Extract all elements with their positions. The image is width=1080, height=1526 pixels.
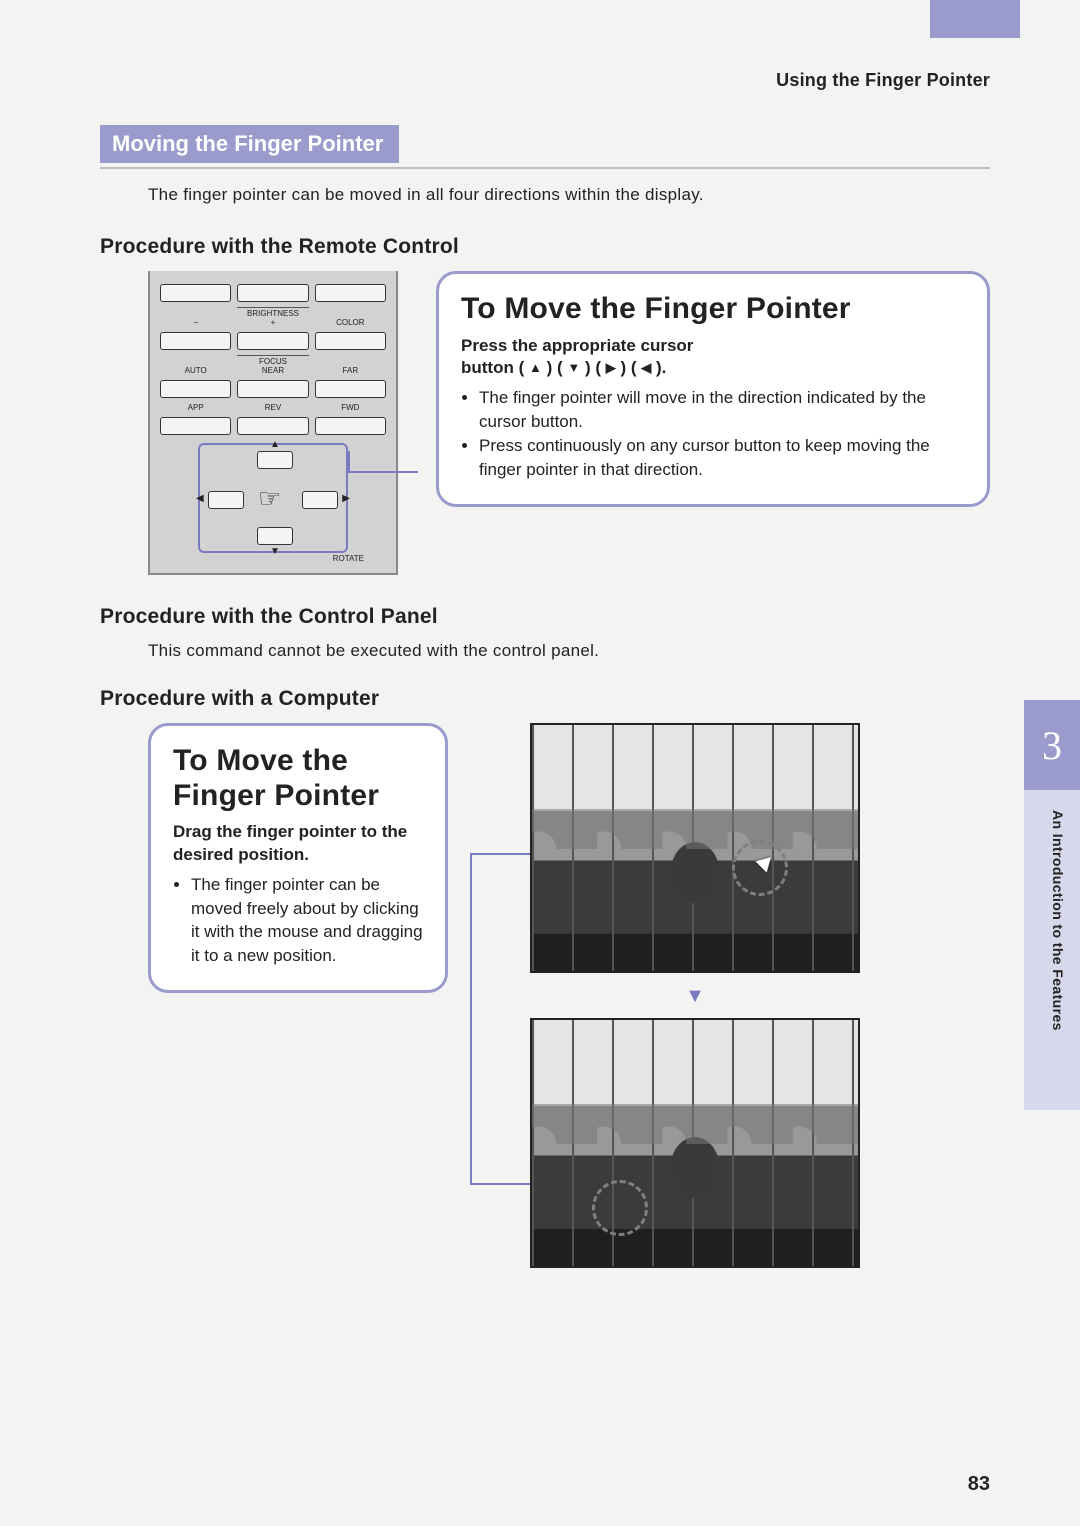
callout-bullet: The finger pointer can be moved freely a… (191, 873, 423, 968)
triangle-up-icon: ▲ (529, 359, 542, 377)
chapter-tab: 3 (1024, 700, 1080, 790)
chapter-number: 3 (1042, 722, 1062, 769)
label-near: NEAR (237, 366, 308, 375)
callout-computer: To Move the Finger Pointer Drag the fing… (148, 723, 448, 993)
page-header: Using the Finger Pointer (100, 70, 990, 91)
connector-line (348, 451, 438, 511)
callout-bullet: The finger pointer will move in the dire… (479, 386, 965, 434)
label-auto: AUTO (160, 366, 231, 375)
triangle-down-icon: ▼ (270, 546, 280, 557)
dpad-highlight: ▲ ▼ ◀ ▶ ☞ (198, 443, 348, 553)
dpad-right-button (302, 491, 338, 509)
top-edge-tab (930, 0, 1020, 38)
triangle-right-icon: ▶ (606, 359, 616, 377)
label-app: APP (160, 403, 231, 412)
dpad-down-button (257, 527, 293, 545)
connector-line (470, 853, 530, 855)
subhead-panel: Procedure with the Control Panel (100, 605, 990, 629)
section-title: Moving the Finger Pointer (100, 125, 399, 163)
connector-line (470, 853, 472, 1183)
chapter-side-caption: An Introduction to the Features (1050, 810, 1066, 1031)
triangle-up-icon: ▲ (270, 439, 280, 450)
label-focus: FOCUS (237, 355, 308, 366)
remote-illustration: BRIGHTNESS − + COLOR FOCUS AUTO NEAR FAR (148, 271, 408, 575)
example-photo-before (530, 723, 860, 973)
triangle-left-icon: ◀ (196, 493, 204, 504)
arrow-buttons-inline: ( ▲ ) ( ▼ ) ( ▶ ) ( ◀ ). (519, 358, 667, 377)
triangle-left-icon: ◀ (641, 359, 651, 377)
label-brightness: BRIGHTNESS (237, 307, 308, 318)
callout-lead: Drag the finger pointer to the desired p… (173, 821, 423, 867)
dpad-left-button (208, 491, 244, 509)
callout-title: To Move the Finger Pointer (461, 292, 965, 327)
callout-title: To Move the Finger Pointer (173, 744, 423, 813)
label-minus: − (160, 318, 231, 327)
breadcrumb: Using the Finger Pointer (776, 70, 990, 91)
highlight-circle-icon (732, 840, 788, 896)
label-far: FAR (315, 366, 386, 375)
callout-remote: To Move the Finger Pointer Press the app… (436, 271, 990, 507)
section-heading: Moving the Finger Pointer (100, 125, 990, 163)
label-rotate: ROTATE (333, 554, 364, 563)
subhead-computer: Procedure with a Computer (100, 687, 990, 711)
label-rev: REV (237, 403, 308, 412)
manual-page: Using the Finger Pointer Moving the Fing… (0, 0, 1080, 1526)
callout-bullet: Press continuously on any cursor button … (479, 434, 965, 482)
page-number: 83 (968, 1473, 990, 1496)
triangle-down-icon: ▼ (567, 359, 580, 377)
panel-note: This command cannot be executed with the… (148, 641, 990, 661)
label-plus: + (237, 318, 308, 327)
callout-lead: Press the appropriate cursor button ( ▲ … (461, 335, 965, 381)
section-lead: The finger pointer can be moved in all f… (148, 185, 990, 205)
down-arrow-icon: ▼ (530, 985, 860, 1008)
photo-sequence: ▼ (530, 723, 860, 1280)
pointing-hand-icon: ☞ (258, 483, 281, 514)
subhead-remote: Procedure with the Remote Control (100, 235, 990, 259)
highlight-circle-icon (592, 1180, 648, 1236)
label-color: COLOR (315, 318, 386, 327)
label-fwd: FWD (315, 403, 386, 412)
dpad-up-button (257, 451, 293, 469)
example-photo-after (530, 1018, 860, 1268)
